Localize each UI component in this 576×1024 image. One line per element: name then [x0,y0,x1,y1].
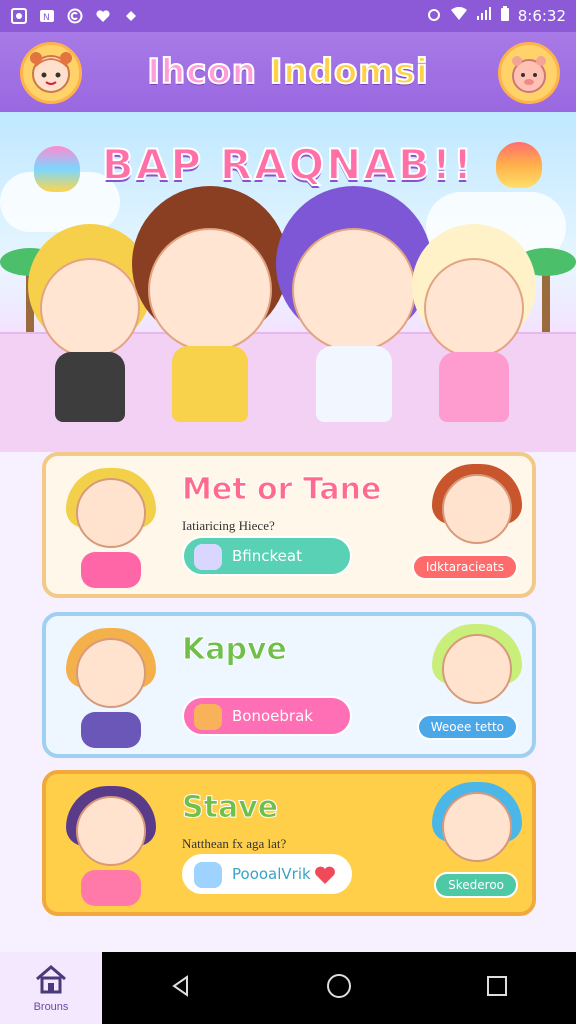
card-tag-button[interactable]: Idktaracieats [411,554,518,580]
character-card-1[interactable]: Met or Tane Iatiaricing Hiece? Bfinckeat… [42,452,536,598]
status-bar: N 8:6:32 [0,0,576,32]
bear-girl-avatar-icon [30,52,72,93]
card-subtitle: Natthean fx aga lat? [182,836,287,851]
app-header: Ihcon Indomsi [0,32,576,112]
system-nav-bar [102,952,576,1024]
gallery-icon [10,7,28,25]
card-character-portrait [56,468,166,588]
svg-text:N: N [43,13,50,23]
character-purple-hair[interactable] [292,228,416,422]
character-brown-hair[interactable] [148,228,272,422]
back-icon[interactable] [169,974,193,1002]
wifi-icon [450,6,468,25]
card-title: Stave [181,790,279,826]
card-tag-button[interactable]: Skederoo [434,872,518,898]
card-action-label: PoooalVrik [232,865,311,883]
home-tab[interactable]: Brouns [0,952,102,1024]
pet-avatar[interactable] [498,42,560,104]
card-title: Met or Tane [181,472,382,508]
card-tag-button[interactable]: Weoee tetto [416,714,518,740]
signal-icon [476,7,492,25]
home-tab-label: Brouns [33,1001,69,1013]
app-title: Ihcon Indomsi [146,51,429,93]
character-card-3[interactable]: Stave Natthean fx aga lat? PoooalVrik Sk… [42,770,536,916]
clock-time: 8:6:32 [517,7,566,25]
card-companion-portrait [422,782,522,882]
hero-banner-title: BAP RAQNAB!! [101,139,475,190]
character-blonde-cat[interactable] [424,258,524,422]
diamond-icon [122,7,140,25]
app-title-part1: Ihcon [146,51,257,93]
pet-thumbnail-icon [194,544,222,570]
card-action-label: Bonoebrak [232,707,313,725]
app-title-part2: Indomsi [269,51,429,93]
circle-c-icon [66,7,84,25]
pig-icon [512,56,546,93]
heart-icon [94,7,112,25]
battery-icon [500,6,510,26]
home-icon [33,963,69,999]
hero-banner: BAP RAQNAB!! [0,112,576,452]
folder-icon [194,862,222,888]
card-action-label: Bfinckeat [232,547,302,565]
character-card-2[interactable]: Kapve Bonoebrak Weoee tetto [42,612,536,758]
card-action-button[interactable]: PoooalVrik [182,854,352,894]
profile-avatar[interactable] [20,42,82,104]
card-action-button[interactable]: Bfinckeat [182,536,352,576]
alarm-icon [426,6,442,26]
card-action-button[interactable]: Bonoebrak [182,696,352,736]
pet-thumbnail-icon [194,704,222,730]
card-character-portrait [56,786,166,906]
mail-icon: N [38,7,56,25]
recents-icon[interactable] [485,974,509,1002]
home-circle-icon[interactable] [326,973,352,1003]
card-title: Kapve [182,632,288,668]
character-blonde-bear[interactable] [40,258,140,422]
card-companion-portrait [422,464,522,564]
card-character-portrait [56,628,166,748]
heart-icon[interactable] [314,865,336,889]
card-companion-portrait [422,624,522,724]
card-subtitle: Iatiaricing Hiece? [182,518,275,533]
